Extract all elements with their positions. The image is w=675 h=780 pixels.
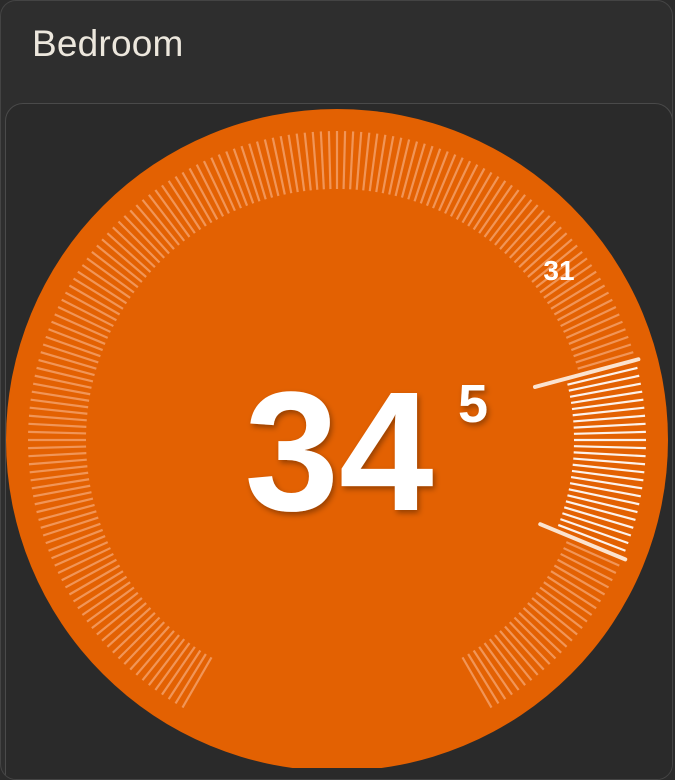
current-temperature: 34 [244, 357, 433, 547]
dial-tick [327, 131, 332, 190]
dial-tick [342, 131, 347, 190]
current-temperature-decimal: 5 [458, 374, 488, 434]
dial-tick [28, 445, 87, 450]
dial-tick [28, 430, 87, 435]
thermostat-dial[interactable]: 31 34 5 [0, 0, 675, 768]
target-temperature-label: 31 [543, 255, 574, 286]
